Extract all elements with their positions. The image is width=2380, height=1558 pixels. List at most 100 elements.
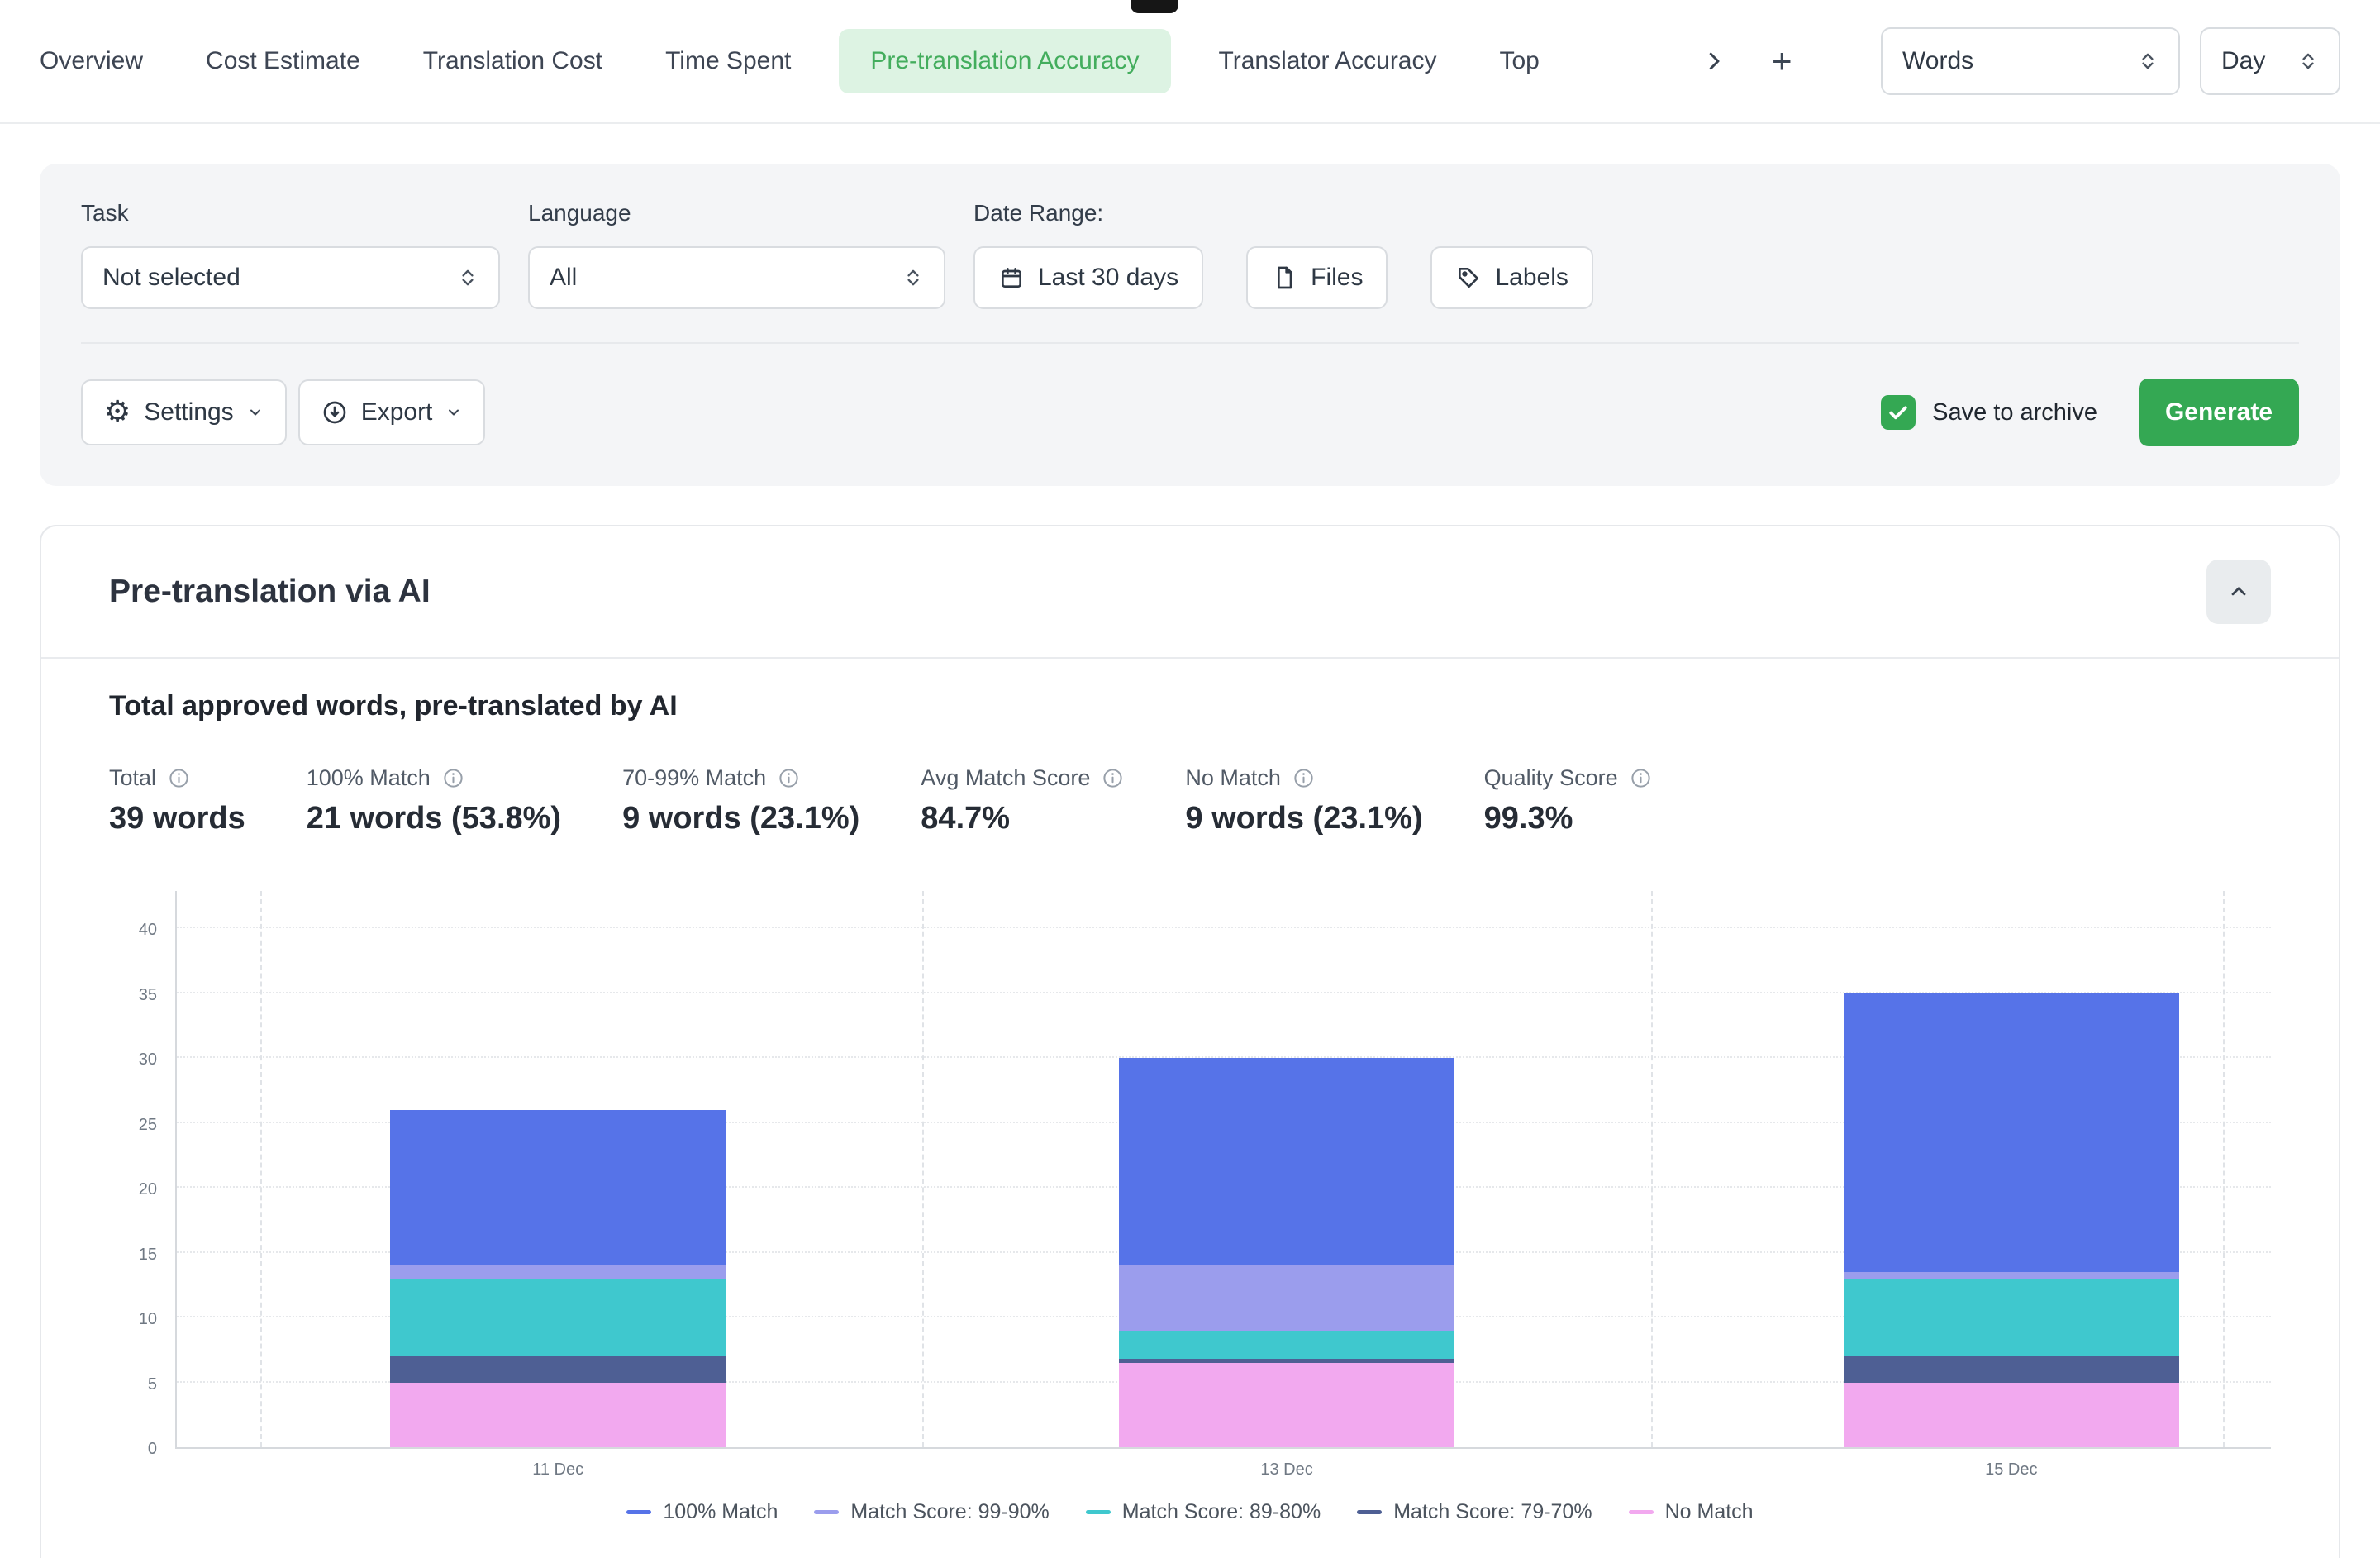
- select-arrows-icon: [2297, 50, 2319, 72]
- chevron-down-icon: [247, 404, 264, 421]
- legend-item[interactable]: No Match: [1629, 1500, 1754, 1524]
- language-dropdown[interactable]: All: [528, 246, 945, 309]
- collapse-card-button[interactable]: [2206, 560, 2271, 624]
- y-tick-label: 15: [139, 1246, 157, 1265]
- task-dropdown-value: Not selected: [102, 264, 240, 292]
- bar-segment[interactable]: [1119, 1058, 1454, 1265]
- legend-label: 100% Match: [663, 1500, 778, 1524]
- period-select-value: Day: [2221, 47, 2265, 75]
- info-icon[interactable]: [168, 767, 190, 789]
- stat-value: 9 words (23.1%): [1185, 801, 1422, 836]
- checkmark-icon: [1886, 400, 1911, 425]
- settings-button-label: Settings: [144, 398, 233, 426]
- bar-15-dec[interactable]: [1844, 993, 2179, 1447]
- files-filter-button[interactable]: Files: [1246, 246, 1388, 309]
- stat-quality-score: Quality Score 99.3%: [1484, 765, 1652, 836]
- legend-label: Match Score: 99-90%: [850, 1500, 1049, 1524]
- bar-13-dec[interactable]: [1119, 1058, 1454, 1447]
- stat-no-match: No Match 9 words (23.1%): [1185, 765, 1422, 836]
- tab-cost-estimate[interactable]: Cost Estimate: [206, 47, 360, 75]
- legend-item[interactable]: Match Score: 99-90%: [814, 1500, 1049, 1524]
- tabs-scroll-area: Overview Cost Estimate Translation Cost …: [40, 29, 1684, 93]
- screen-notch: [1130, 0, 1178, 13]
- date-range-label: Date Range:: [973, 200, 1593, 226]
- bar-segment[interactable]: [1119, 1331, 1454, 1360]
- stat-value: 99.3%: [1484, 801, 1652, 836]
- x-tick-label: 13 Dec: [1260, 1460, 1312, 1479]
- legend-swatch: [1357, 1510, 1382, 1514]
- y-axis: 0510152025303540: [109, 891, 175, 1449]
- labels-button-label: Labels: [1495, 264, 1568, 292]
- legend-item[interactable]: Match Score: 89-80%: [1086, 1500, 1321, 1524]
- tab-overview[interactable]: Overview: [40, 47, 143, 75]
- x-tick-label: 15 Dec: [1985, 1460, 2037, 1479]
- legend-item[interactable]: Match Score: 79-70%: [1357, 1500, 1592, 1524]
- unit-select[interactable]: Words: [1881, 27, 2180, 95]
- info-icon[interactable]: [1102, 767, 1124, 789]
- export-button-label: Export: [361, 398, 433, 426]
- bar-segment[interactable]: [390, 1356, 726, 1382]
- files-button-label: Files: [1311, 264, 1363, 292]
- select-arrows-icon: [457, 267, 478, 288]
- pre-translation-report-card: Pre-translation via AI Total approved wo…: [40, 525, 2340, 1558]
- stat-70-99-match: 70-99% Match 9 words (23.1%): [622, 765, 859, 836]
- vertical-gridline: [1651, 891, 1653, 1447]
- info-icon[interactable]: [1630, 767, 1652, 789]
- bar-segment[interactable]: [1844, 1279, 2179, 1356]
- stat-label: No Match: [1185, 765, 1281, 791]
- stacked-bar-chart: 0510152025303540 11 Dec13 Dec15 Dec 100%…: [109, 891, 2271, 1524]
- bar-segment[interactable]: [1119, 1363, 1454, 1447]
- add-report-tab-button[interactable]: +: [1772, 44, 1792, 79]
- language-label: Language: [528, 200, 945, 226]
- plot-area: 11 Dec13 Dec15 Dec: [175, 891, 2271, 1449]
- legend-item[interactable]: 100% Match: [626, 1500, 778, 1524]
- legend-label: Match Score: 89-80%: [1122, 1500, 1321, 1524]
- stat-value: 21 words (53.8%): [307, 801, 561, 836]
- legend-label: Match Score: 79-70%: [1393, 1500, 1592, 1524]
- generate-button[interactable]: Generate: [2139, 379, 2299, 446]
- gear-icon: ⚙: [104, 398, 131, 427]
- bar-segment[interactable]: [1844, 1272, 2179, 1279]
- task-dropdown[interactable]: Not selected: [81, 246, 500, 309]
- period-select[interactable]: Day: [2200, 27, 2340, 95]
- stat-100-match: 100% Match 21 words (53.8%): [307, 765, 561, 836]
- bar-segment[interactable]: [390, 1265, 726, 1279]
- save-to-archive-checkbox[interactable]: [1881, 395, 1916, 430]
- legend-swatch: [1629, 1510, 1654, 1514]
- info-icon[interactable]: [442, 767, 464, 789]
- bar-segment[interactable]: [390, 1110, 726, 1265]
- y-tick-label: 5: [148, 1375, 157, 1394]
- bar-segment[interactable]: [1844, 1356, 2179, 1382]
- x-tick-label: 11 Dec: [532, 1460, 583, 1479]
- file-icon: [1271, 264, 1297, 291]
- bar-segment[interactable]: [390, 1279, 726, 1356]
- bar-segment[interactable]: [390, 1383, 726, 1448]
- stat-label: 100% Match: [307, 765, 431, 791]
- bar-segment[interactable]: [1844, 993, 2179, 1273]
- settings-button[interactable]: ⚙ Settings: [81, 379, 287, 445]
- bar-segment[interactable]: [1844, 1383, 2179, 1448]
- stats-row: Total 39 words 100% Match 21 words (53.8…: [109, 765, 2271, 836]
- info-icon[interactable]: [1292, 767, 1315, 789]
- tab-translation-cost[interactable]: Translation Cost: [423, 47, 602, 75]
- stat-total: Total 39 words: [109, 765, 245, 836]
- select-arrows-icon: [902, 267, 924, 288]
- export-button[interactable]: Export: [298, 379, 486, 445]
- chart-legend: 100% Match Match Score: 99-90% Match Score…: [109, 1500, 2271, 1524]
- stat-label: Avg Match Score: [921, 765, 1090, 791]
- info-icon[interactable]: [778, 767, 800, 789]
- tab-top-clipped[interactable]: Top: [1500, 47, 1540, 75]
- y-tick-label: 40: [139, 921, 157, 940]
- labels-filter-button[interactable]: Labels: [1430, 246, 1592, 309]
- tabs-scroll-right-button[interactable]: [1689, 36, 1739, 86]
- tab-time-spent[interactable]: Time Spent: [665, 47, 791, 75]
- date-range-value: Last 30 days: [1038, 264, 1178, 292]
- language-dropdown-value: All: [550, 264, 577, 292]
- stat-label: Total: [109, 765, 156, 791]
- tab-translator-accuracy[interactable]: Translator Accuracy: [1219, 47, 1437, 75]
- date-range-button[interactable]: Last 30 days: [973, 246, 1203, 309]
- report-filters-panel: Task Not selected Language All Date Rang…: [40, 164, 2340, 486]
- bar-segment[interactable]: [1119, 1265, 1454, 1331]
- tab-pre-translation-accuracy[interactable]: Pre-translation Accuracy: [839, 29, 1170, 93]
- bar-11-dec[interactable]: [390, 1110, 726, 1447]
